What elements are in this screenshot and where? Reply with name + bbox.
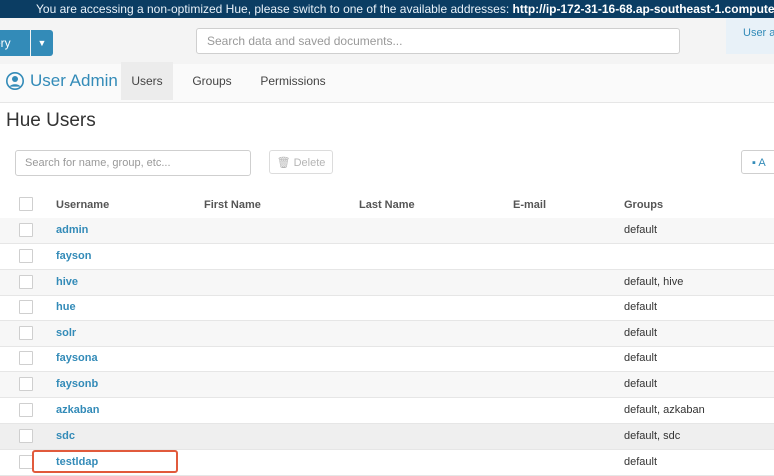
table-row: solr default	[0, 321, 774, 347]
table-row: admin default	[0, 218, 774, 244]
username-link[interactable]: admin	[56, 224, 88, 236]
add-user-button-label: A	[758, 157, 766, 169]
groups-cell: default	[624, 352, 658, 364]
groups-cell: default	[624, 327, 658, 339]
row-checkbox[interactable]	[19, 275, 33, 289]
groups-cell: default	[624, 378, 658, 390]
table-row: fayson	[0, 244, 774, 270]
table-row: faysona default	[0, 346, 774, 372]
row-checkbox[interactable]	[19, 455, 33, 469]
username-link[interactable]: faysonb	[56, 378, 98, 390]
delete-button-label: Delete	[293, 157, 326, 169]
username-link[interactable]: hue	[56, 301, 76, 313]
row-checkbox[interactable]	[19, 429, 33, 443]
groups-cell: default	[624, 456, 658, 468]
column-header-username[interactable]: Username	[56, 199, 109, 211]
username-link[interactable]: azkaban	[56, 404, 99, 416]
table-row: azkaban default, azkaban	[0, 398, 774, 424]
username-link[interactable]: sdc	[56, 430, 75, 442]
non-optimized-warning-banner: You are accessing a non-optimized Hue, p…	[0, 0, 774, 18]
app-title[interactable]: User Admin	[30, 71, 118, 91]
groups-cell: default	[624, 301, 658, 313]
row-checkbox[interactable]	[19, 249, 33, 263]
top-navigation-bar: ery ▼ User a	[0, 18, 774, 65]
select-all-checkbox[interactable]	[19, 197, 33, 211]
username-link[interactable]: fayson	[56, 250, 91, 262]
row-checkbox[interactable]	[19, 326, 33, 340]
column-header-last-name[interactable]: Last Name	[359, 199, 415, 211]
groups-cell: default, hive	[624, 276, 684, 288]
username-link[interactable]: faysona	[56, 352, 98, 364]
caret-down-icon: ▼	[37, 38, 47, 48]
table-row: faysonb default	[0, 372, 774, 398]
username-link[interactable]: hive	[56, 276, 78, 288]
page-title: Hue Users	[6, 110, 96, 131]
table-row: hue default	[0, 295, 774, 321]
query-button[interactable]: ery	[0, 30, 30, 56]
trash-icon: 🗑	[276, 157, 291, 169]
table-row: hive default, hive	[0, 270, 774, 296]
query-dropdown-toggle[interactable]: ▼	[31, 30, 53, 56]
user-filter-input[interactable]	[15, 150, 251, 176]
global-search-input[interactable]	[196, 28, 680, 54]
delete-button[interactable]: 🗑 Delete	[269, 150, 333, 174]
tab-groups[interactable]: Groups	[186, 62, 238, 100]
add-user-button[interactable]: ▪ A	[741, 150, 774, 174]
username-link[interactable]: solr	[56, 327, 76, 339]
user-admin-icon	[6, 72, 24, 90]
tab-permissions[interactable]: Permissions	[253, 62, 333, 100]
user-menu[interactable]: User a	[726, 18, 774, 54]
users-table-header: Username First Name Last Name E-mail Gro…	[0, 192, 774, 219]
briefcase-icon: ▪	[752, 157, 756, 169]
row-checkbox[interactable]	[19, 223, 33, 237]
groups-cell: default, azkaban	[624, 404, 705, 416]
highlight-annotation-box	[32, 450, 178, 473]
column-header-email[interactable]: E-mail	[513, 199, 546, 211]
table-row: sdc default, sdc	[0, 424, 774, 450]
row-checkbox[interactable]	[19, 377, 33, 391]
column-header-groups[interactable]: Groups	[624, 199, 663, 211]
column-header-first-name[interactable]: First Name	[204, 199, 261, 211]
tab-users[interactable]: Users	[121, 62, 173, 100]
row-checkbox[interactable]	[19, 300, 33, 314]
banner-address-link[interactable]: http://ip-172-31-16-68.ap-southeast-1.co…	[513, 2, 774, 16]
row-checkbox[interactable]	[19, 403, 33, 417]
groups-cell: default, sdc	[624, 430, 681, 442]
banner-message: You are accessing a non-optimized Hue, p…	[36, 2, 513, 16]
groups-cell: default	[624, 224, 658, 236]
row-checkbox[interactable]	[19, 351, 33, 365]
